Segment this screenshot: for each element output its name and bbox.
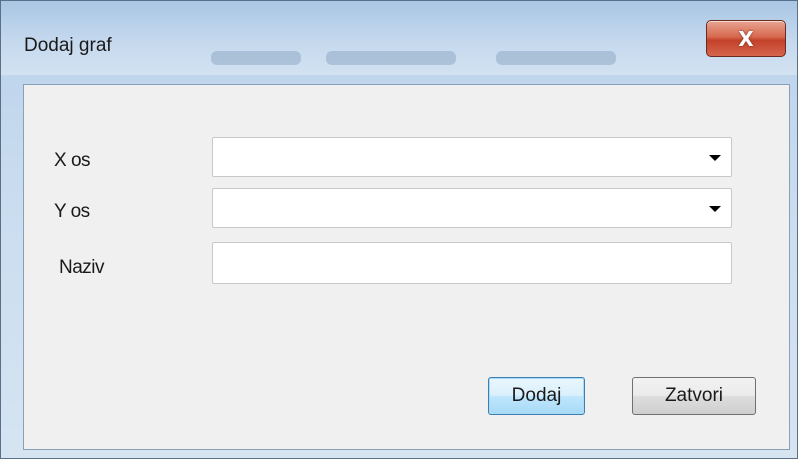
name-label: Naziv <box>59 257 105 278</box>
chevron-down-icon[interactable] <box>709 206 721 212</box>
close-button[interactable]: Zatvori <box>632 377 756 415</box>
y-axis-label: Y os <box>54 201 90 222</box>
chevron-down-icon[interactable] <box>709 155 721 161</box>
close-icon: X <box>738 26 754 51</box>
background-blur <box>211 51 301 65</box>
x-axis-select[interactable] <box>212 137 732 177</box>
close-window-button[interactable]: X <box>706 20 786 57</box>
y-axis-select[interactable] <box>212 188 732 228</box>
background-blur <box>326 51 456 65</box>
background-blur <box>496 51 616 65</box>
name-input[interactable] <box>212 242 732 284</box>
x-axis-label: X os <box>54 150 91 171</box>
window-title: Dodaj graf <box>24 35 112 56</box>
dialog-content: X os Y os Naziv Dodaj Zatvori <box>23 84 790 450</box>
dialog-window: Dodaj graf X X os Y os Naziv Dodaj Zatvo… <box>0 0 798 459</box>
add-button[interactable]: Dodaj <box>488 377 585 415</box>
title-bar[interactable]: Dodaj graf X <box>1 1 797 75</box>
